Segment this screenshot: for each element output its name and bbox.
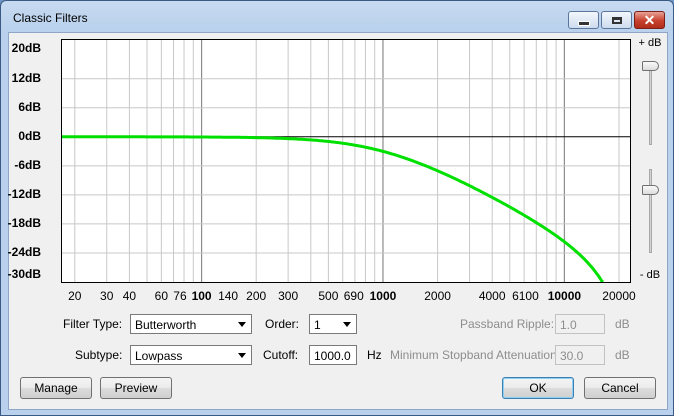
chevron-down-icon — [343, 322, 351, 327]
maximize-icon — [611, 16, 622, 24]
minimize-icon — [578, 21, 589, 25]
manage-button[interactable]: Manage — [20, 377, 92, 399]
cancel-button[interactable]: Cancel — [584, 377, 656, 399]
x-axis-label: 60 — [154, 289, 169, 303]
order-label: Order: — [265, 317, 300, 331]
x-axis-label: 690 — [343, 289, 364, 303]
response-plot-svg — [62, 40, 630, 282]
cutoff-input[interactable]: 1000.0 — [309, 345, 357, 365]
subtype-label: Subtype: — [75, 348, 123, 362]
y-axis-label: -18dB — [7, 215, 41, 230]
y-axis-label: 20dB — [11, 41, 41, 55]
x-axis-label: 76 — [173, 289, 187, 303]
classic-filters-window: Classic Filters ✕ 20dB 12dB 6dB 0dB -6dB -12d… — [0, 0, 674, 416]
minus-db-label: - dB — [639, 269, 661, 281]
y-axis-label: 12dB — [11, 70, 41, 85]
filter-type-select[interactable]: Butterworth — [130, 314, 252, 334]
cutoff-label: Cutoff: — [263, 348, 299, 362]
y-axis-label: 0dB — [18, 128, 41, 143]
db-min-slider-track[interactable] — [649, 169, 652, 253]
x-axis-label: 2000 — [424, 289, 451, 303]
x-axis-label: 10000 — [547, 289, 582, 303]
cutoff-unit: Hz — [367, 348, 382, 362]
filter-type-label: Filter Type: — [63, 317, 123, 331]
filter-type-value: Butterworth — [135, 318, 197, 332]
title-bar[interactable]: Classic Filters ✕ — [1, 1, 673, 33]
window-title: Classic Filters — [13, 11, 88, 25]
frequency-response-curve — [62, 135, 604, 282]
subtype-select[interactable]: Lowpass — [130, 345, 252, 365]
db-min-slider-thumb[interactable] — [642, 185, 659, 195]
passband-ripple-label: Passband Ripple: — [460, 317, 555, 331]
order-value: 1 — [314, 318, 321, 332]
close-button[interactable]: ✕ — [634, 11, 665, 29]
frequency-response-graph[interactable] — [61, 39, 631, 283]
min-stopband-unit: dB — [615, 348, 630, 362]
min-stopband-label: Minimum Stopband Attenuation: — [390, 348, 561, 362]
chevron-down-icon — [238, 322, 246, 327]
x-axis-label: 300 — [278, 289, 299, 303]
y-axis-label: -6dB — [14, 157, 41, 172]
x-axis-label: 100 — [191, 289, 212, 303]
y-axis-label: -30dB — [7, 267, 41, 281]
x-axis-label: 140 — [218, 289, 239, 303]
db-slider-area: + dB - dB — [633, 33, 667, 293]
y-axis-label: 6dB — [18, 99, 41, 114]
x-axis-label: 40 — [122, 289, 137, 303]
x-axis-label: 1000 — [369, 289, 397, 303]
y-axis-label: -12dB — [7, 186, 41, 201]
x-axis-label: 20 — [68, 289, 82, 303]
passband-ripple-unit: dB — [615, 317, 630, 331]
x-axis-label: 4000 — [478, 289, 506, 303]
order-select[interactable]: 1 — [309, 314, 357, 334]
x-axis-label: 30 — [100, 289, 114, 303]
passband-ripple-input[interactable]: 1.0 — [555, 314, 605, 334]
x-axis-label: 20000 — [602, 289, 636, 303]
dialog-client-area: 20dB 12dB 6dB 0dB -6dB -12dB -18dB -24dB -30dB 2… — [8, 32, 668, 410]
ok-button[interactable]: OK — [502, 377, 574, 399]
chevron-down-icon — [238, 353, 246, 358]
close-icon: ✕ — [643, 12, 656, 28]
x-axis-label: 200 — [246, 289, 267, 303]
min-stopband-input[interactable]: 30.0 — [555, 345, 605, 365]
db-max-slider-thumb[interactable] — [642, 61, 659, 71]
y-axis-label: -24dB — [7, 244, 41, 259]
x-axis-label: 500 — [318, 289, 339, 303]
maximize-button[interactable] — [601, 11, 632, 29]
db-max-slider-track[interactable] — [649, 61, 652, 145]
preview-button[interactable]: Preview — [100, 377, 172, 399]
plus-db-label: + dB — [638, 37, 662, 49]
subtype-value: Lowpass — [135, 349, 183, 363]
x-axis-label: 6100 — [512, 289, 539, 303]
minimize-button[interactable] — [568, 11, 599, 29]
